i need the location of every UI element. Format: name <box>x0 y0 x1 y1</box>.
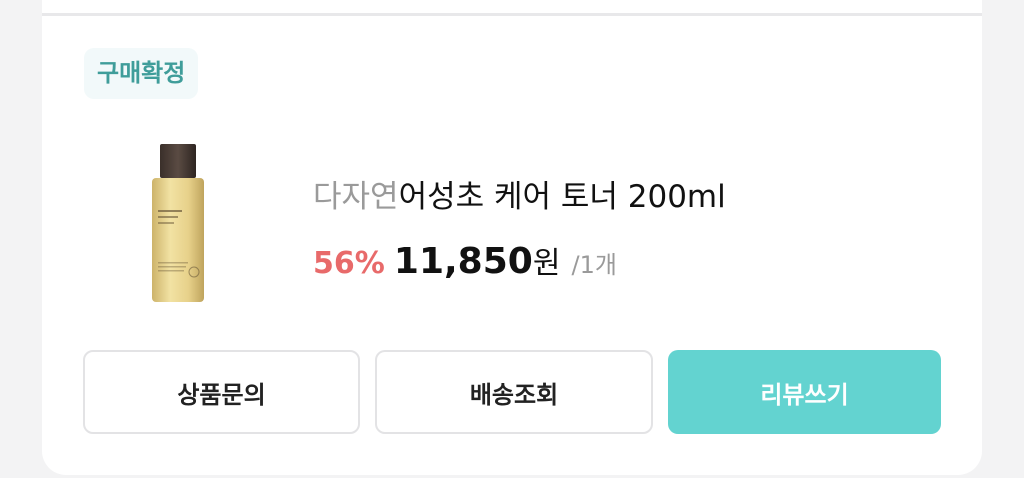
currency-label: 원 <box>532 246 561 281</box>
discount-rate: 56% <box>313 246 385 281</box>
delivery-tracking-button[interactable]: 배송조회 <box>375 350 653 434</box>
product-thumbnail[interactable] <box>148 144 208 304</box>
quantity-label: /1개 <box>571 251 617 279</box>
price-row: 56% 11,850원 /1개 <box>313 238 617 282</box>
product-inquiry-button[interactable]: 상품문의 <box>83 350 360 434</box>
sale-price: 11,850 <box>393 241 533 282</box>
product-name: 어성초 케어 토너 200ml <box>398 179 726 215</box>
order-item-card: 구매확정 다자연어성초 케어 토너 200ml 56% 11,850원 /1개 … <box>42 0 982 475</box>
section-divider <box>42 13 982 16</box>
product-title[interactable]: 다자연어성초 케어 토너 200ml <box>313 171 726 216</box>
write-review-button[interactable]: 리뷰쓰기 <box>668 350 941 434</box>
product-brand: 다자연 <box>313 179 399 215</box>
toner-bottle-icon <box>152 144 204 302</box>
order-status-badge: 구매확정 <box>84 48 199 99</box>
